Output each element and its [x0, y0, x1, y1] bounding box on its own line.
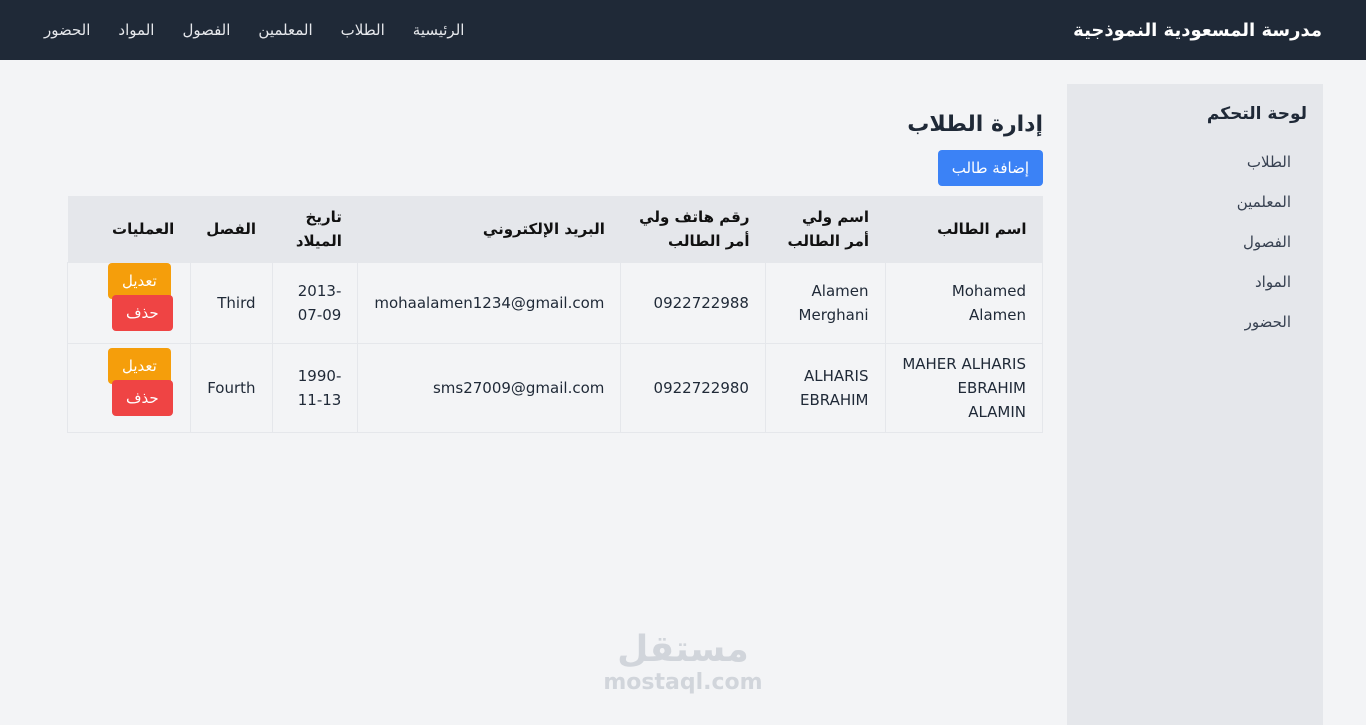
sidebar: لوحة التحكم الطلاب المعلمين الفصول الموا… — [1067, 84, 1323, 725]
add-student-button[interactable]: إضافة طالب — [937, 150, 1043, 186]
page-title: إدارة الطلاب — [907, 112, 1043, 137]
nav-link-attendance[interactable]: الحضور — [44, 21, 90, 39]
cell-student-name: Mohamed Alamen — [884, 261, 1043, 344]
watermark-latin: mostaql.com — [603, 670, 763, 695]
mostaql-watermark: مستقل mostaql.com — [600, 630, 766, 696]
sidebar-menu: الطلاب المعلمين الفصول المواد الحضور — [1083, 142, 1307, 342]
top-navbar: مدرسة المسعودية النموذجية الرئيسية الطلا… — [0, 0, 1366, 60]
sidebar-item-attendance[interactable]: الحضور — [1083, 302, 1291, 342]
column-header-birth-date: تاريخ الميلاد — [295, 207, 342, 250]
cell-guardian-phone: 0922722980 — [620, 342, 766, 433]
column-header-guardian-phone: رقم هاتف ولي أمر الطالب — [639, 207, 750, 250]
cell-class: Fourth — [189, 342, 273, 433]
table-row: MAHER ALHARIS EBRAHIM ALAMIN ALHARIS EBR… — [67, 342, 1043, 433]
nav-link-classes[interactable]: الفصول — [182, 21, 230, 39]
table-row: Mohamed Alamen Alamen Merghani 092272298… — [67, 261, 1043, 344]
column-header-guardian-name: اسم ولي أمر الطالب — [787, 207, 869, 250]
brand-title[interactable]: مدرسة المسعودية النموذجية — [1073, 20, 1322, 41]
delete-button[interactable]: حذف — [112, 379, 173, 416]
column-header-email: البريد الإلكتروني — [482, 219, 605, 238]
sidebar-item-teachers[interactable]: المعلمين — [1083, 182, 1291, 222]
sidebar-item-subjects[interactable]: المواد — [1083, 262, 1291, 302]
row-actions: تعديل حذف — [84, 262, 174, 335]
cell-birth-date: 1990-11-13 — [271, 342, 359, 433]
row-actions: تعديل حذف — [84, 347, 174, 420]
cell-birth-date: 2013-07-09 — [271, 261, 359, 344]
sidebar-item-classes[interactable]: الفصول — [1083, 222, 1291, 262]
nav-links: الرئيسية الطلاب المعلمين الفصول المواد ا… — [44, 21, 464, 39]
nav-link-teachers[interactable]: المعلمين — [258, 21, 312, 39]
cell-actions: تعديل حذف — [67, 342, 191, 433]
cell-actions: تعديل حذف — [67, 261, 191, 344]
cell-guardian-name: Alamen Merghani — [764, 261, 886, 344]
cell-email: mohaalamen1234@gmail.com — [357, 261, 622, 344]
cell-guardian-phone: 0922722988 — [620, 261, 766, 344]
edit-button[interactable]: تعديل — [108, 262, 171, 299]
cell-email: sms27009@gmail.com — [357, 342, 622, 433]
cell-student-name: MAHER ALHARIS EBRAHIM ALAMIN — [884, 342, 1043, 433]
nav-link-students[interactable]: الطلاب — [341, 21, 385, 39]
column-header-actions: العمليات — [112, 219, 175, 238]
sidebar-item-students[interactable]: الطلاب — [1083, 142, 1291, 182]
nav-link-subjects[interactable]: المواد — [118, 21, 154, 39]
table-header-row: اسم الطالب اسم ولي أمر الطالب رقم هاتف و… — [67, 196, 1043, 262]
cell-class: Third — [189, 261, 273, 344]
watermark-arabic: مستقل — [617, 629, 749, 670]
nav-link-home[interactable]: الرئيسية — [413, 21, 465, 39]
sidebar-title: لوحة التحكم — [1206, 104, 1307, 124]
cell-guardian-name: ALHARIS EBRAHIM — [764, 342, 886, 433]
edit-button[interactable]: تعديل — [108, 347, 171, 384]
delete-button[interactable]: حذف — [112, 294, 173, 331]
column-header-student-name: اسم الطالب — [937, 219, 1027, 238]
main-content: إدارة الطلاب إضافة طالب اسم الطالب اسم و… — [67, 110, 1043, 433]
students-table: اسم الطالب اسم ولي أمر الطالب رقم هاتف و… — [67, 196, 1043, 433]
column-header-class: الفصل — [206, 219, 257, 238]
